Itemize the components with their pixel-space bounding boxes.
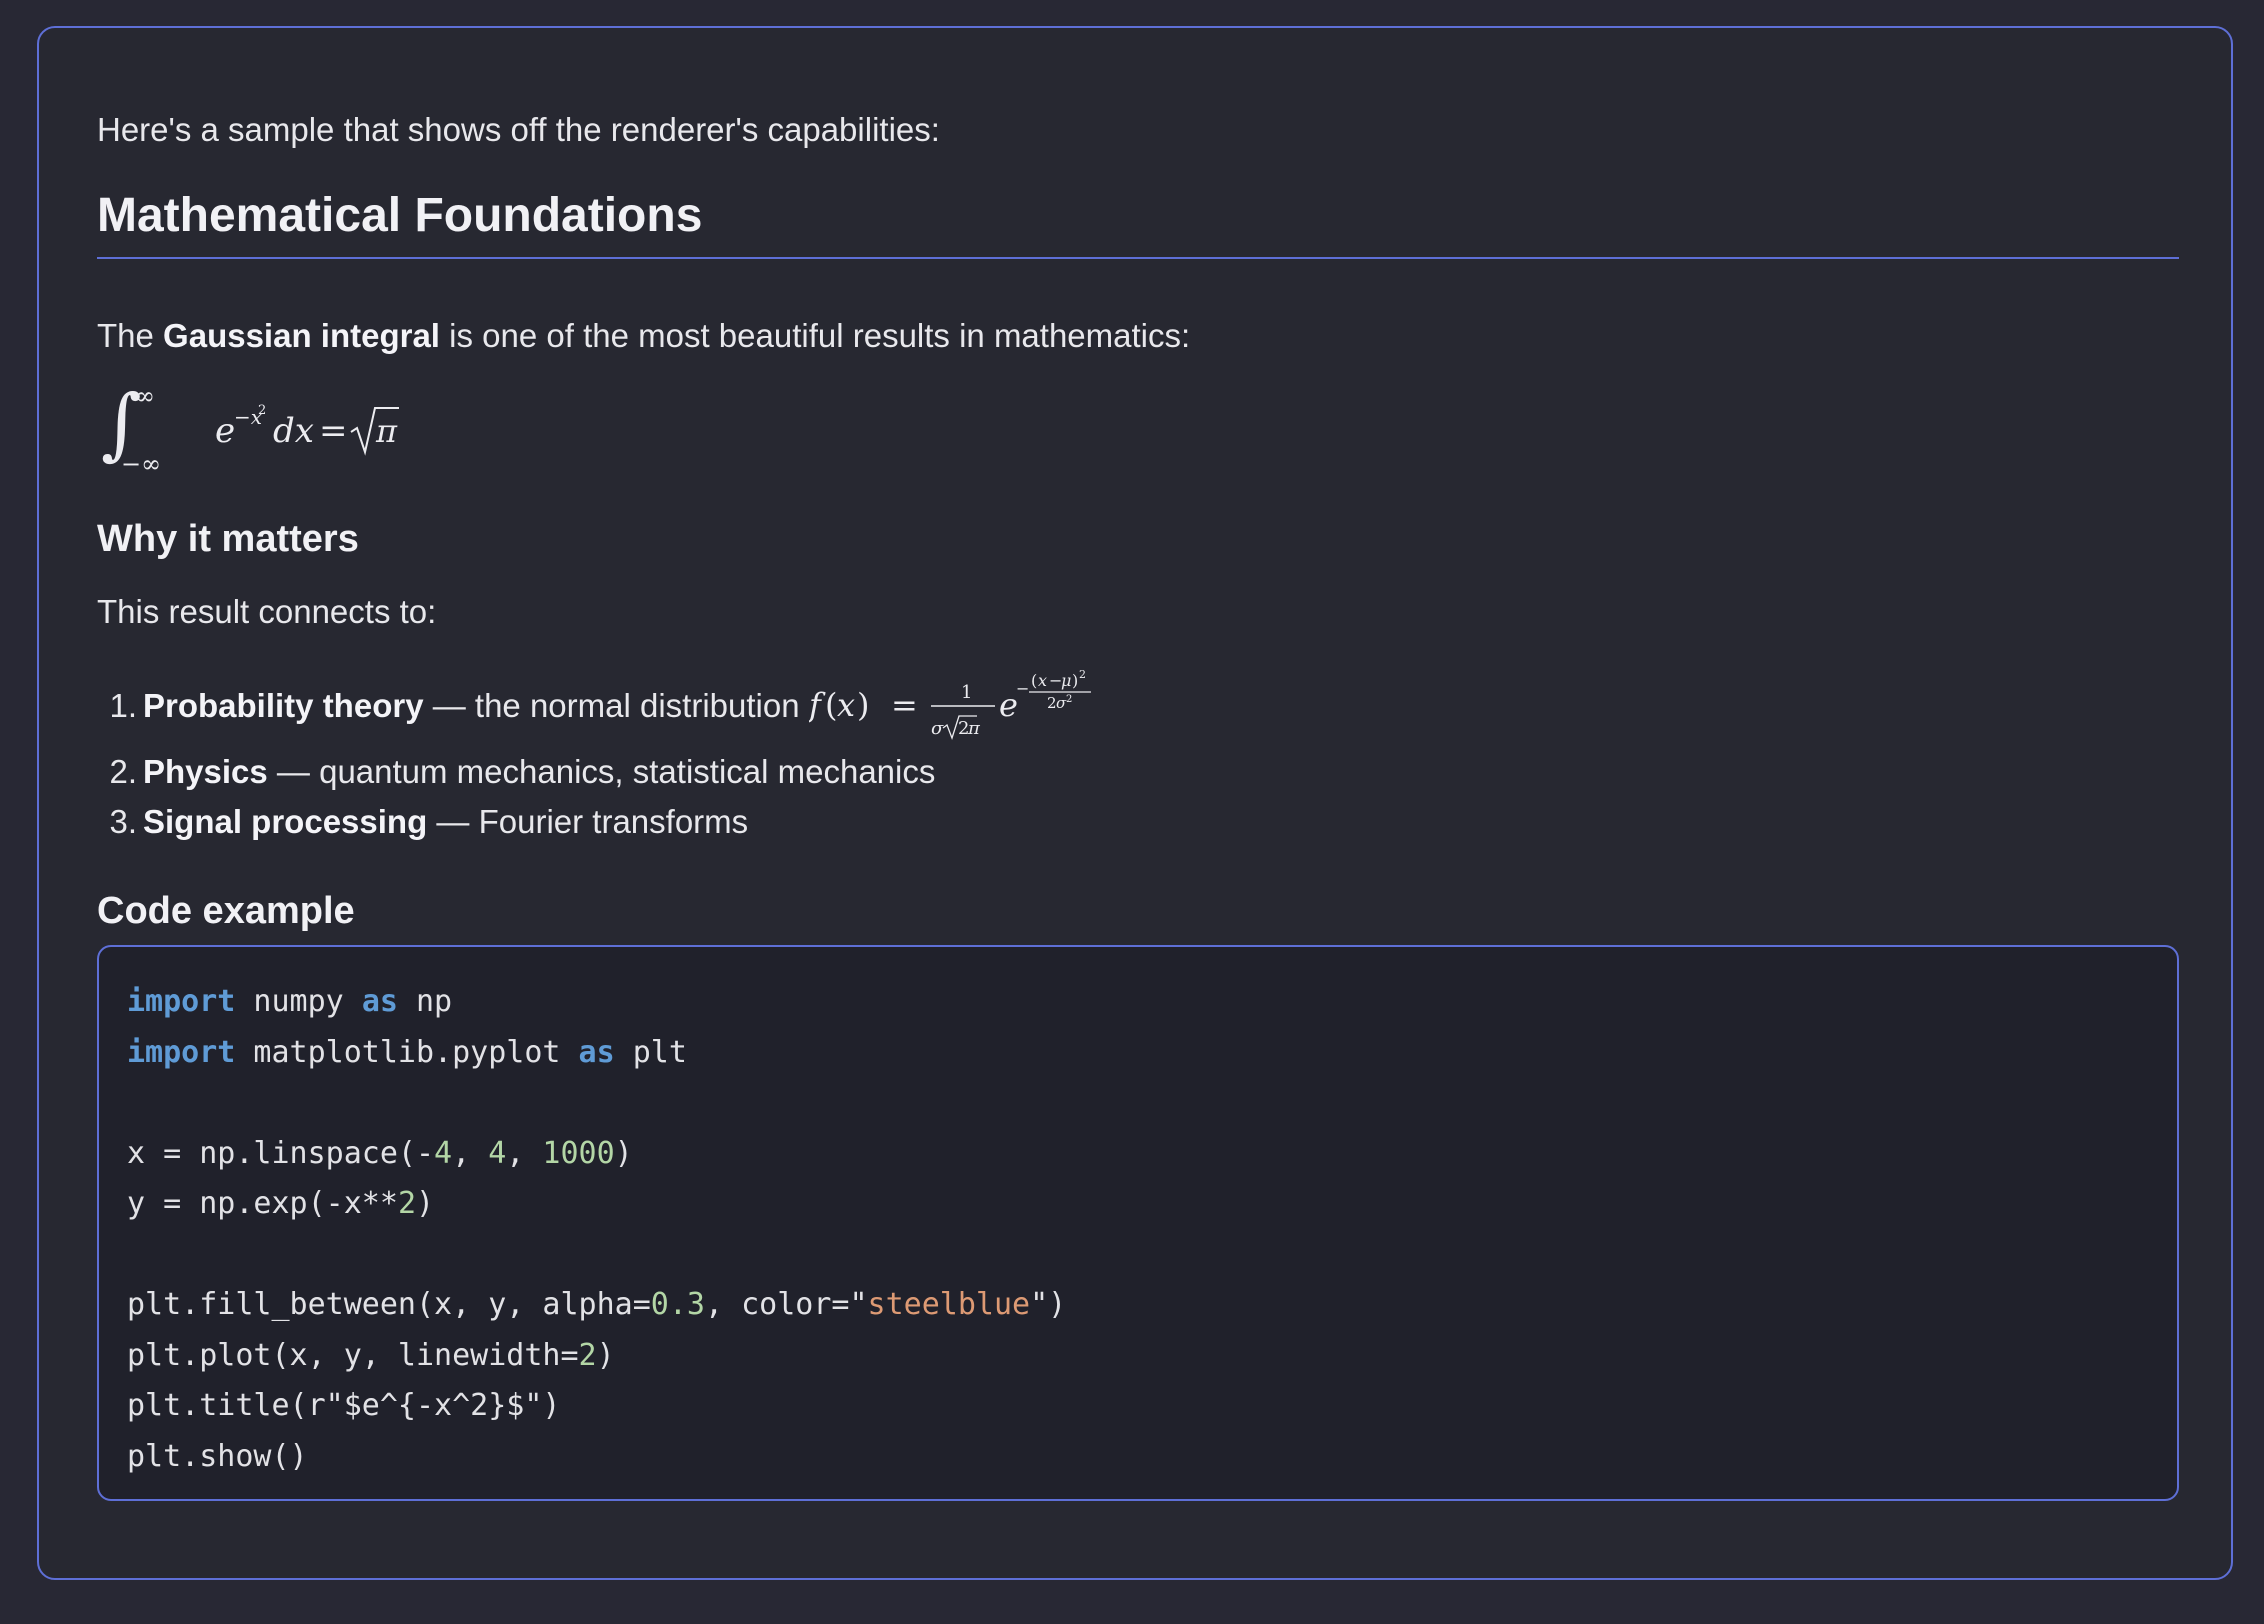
message-card: Here's a sample that shows off the rende… (37, 26, 2233, 1580)
normal-distribution-formula: f ( x ) = 1 σ 2 π e − ( x − μ) 2 2 σ 2 (809, 668, 1091, 741)
svg-text:−: − (1016, 679, 1029, 698)
svg-text:π: π (967, 718, 981, 739)
list-item-text: — the normal distribution (423, 687, 809, 724)
code-line: plt.plot(x, y, linewidth=2) (127, 1337, 615, 1373)
svg-text:x: x (1038, 671, 1047, 690)
list-item: 1. Probability theory — the normal distr… (109, 668, 1109, 741)
svg-text:dx: dx (273, 411, 314, 451)
svg-text:2: 2 (258, 403, 266, 418)
code-line: plt.show() (127, 1438, 308, 1474)
gaussian-pre: The (97, 317, 164, 354)
list-item: 3. Signal processing — Fourier transform… (109, 802, 749, 842)
list-item-text: — Fourier transforms (427, 803, 749, 840)
svg-text:f: f (809, 686, 826, 724)
list-item-number: 1. (109, 687, 137, 724)
code-heading: Code example (97, 890, 355, 932)
svg-text:=: = (319, 411, 348, 451)
list-item-bold: Probability theory (143, 687, 424, 724)
svg-text:): ) (857, 686, 869, 724)
code-line: y = np.exp(-x**2) (127, 1186, 435, 1221)
heading-divider (97, 257, 2179, 259)
gaussian-post: is one of the most beautiful results in … (439, 317, 1191, 354)
code-line: import numpy as np (127, 984, 453, 1019)
svg-text:(: ( (825, 686, 837, 724)
svg-text:σ: σ (931, 718, 944, 739)
svg-text:2: 2 (1066, 694, 1072, 705)
gaussian-integral-formula: ∫ ∞ −∞ e −x 2 dx = π (101, 379, 399, 478)
svg-text:1: 1 (961, 682, 972, 703)
code-line: import matplotlib.pyplot as plt (127, 1034, 687, 1070)
svg-text:π: π (375, 412, 398, 450)
code-block[interactable]: import numpy as np import matplotlib.pyp… (97, 945, 2179, 1501)
svg-text:e: e (215, 411, 235, 451)
section-heading: Mathematical Foundations (97, 189, 703, 242)
list-item-bold: Signal processing (143, 803, 428, 840)
code-content[interactable]: import numpy as np import matplotlib.pyp… (127, 977, 1066, 1482)
list-item-bold: Physics (143, 753, 268, 790)
list-item: 2. Physics — quantum mechanics, statisti… (109, 752, 936, 792)
list-item-number: 3. (109, 803, 137, 840)
gaussian-paragraph: The Gaussian integral is one of the most… (97, 316, 1190, 356)
svg-text:2: 2 (1079, 668, 1086, 681)
svg-text:(: ( (1031, 671, 1037, 690)
code-line: x = np.linspace(-4, 4, 1000) (127, 1135, 633, 1171)
list-item-number: 2. (109, 753, 137, 790)
svg-text:−∞: −∞ (121, 450, 161, 478)
svg-text:x: x (837, 686, 855, 724)
intro-paragraph: Here's a sample that shows off the rende… (97, 111, 940, 148)
svg-text:): ) (1072, 671, 1078, 690)
gaussian-bold: Gaussian integral (163, 317, 440, 354)
connects-paragraph: This result connects to: (97, 593, 437, 630)
svg-text:=: = (891, 686, 918, 724)
why-heading: Why it matters (97, 518, 359, 560)
code-line: plt.title(r"$e^{-x^2}$") (127, 1388, 561, 1423)
code-line: plt.fill_between(x, y, alpha=0.3, color=… (127, 1287, 1067, 1322)
svg-text:∞: ∞ (135, 382, 155, 410)
svg-text:μ: μ (1061, 671, 1071, 690)
list-item-text: — quantum mechanics, statistical mechani… (267, 753, 936, 790)
